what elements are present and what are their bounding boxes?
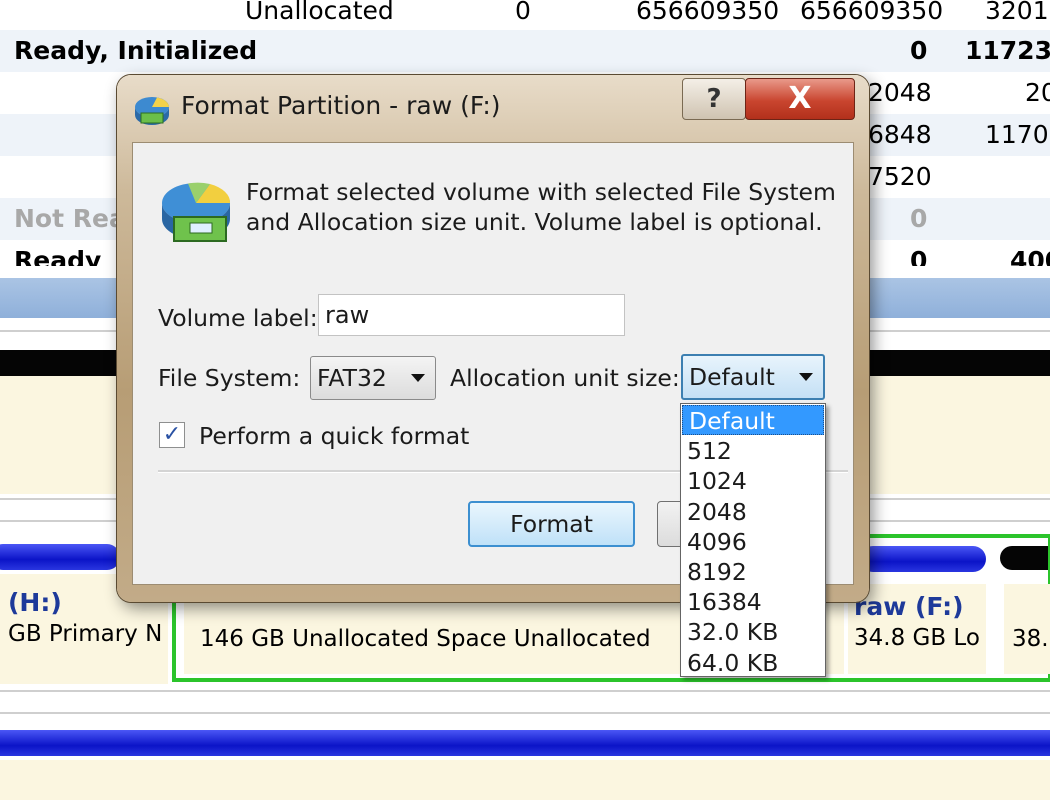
value-cell: 2048 bbox=[868, 78, 932, 107]
status-cell: Not Rea bbox=[14, 204, 126, 233]
value-cell: 0 bbox=[910, 36, 928, 65]
allocation-option[interactable]: 4096 bbox=[681, 527, 825, 557]
quick-format-label[interactable]: Perform a quick format bbox=[199, 422, 469, 450]
allocation-option[interactable]: 512 bbox=[681, 436, 825, 466]
allocation-option[interactable]: 64.0 KB bbox=[681, 648, 825, 678]
value-cell: 656609350 bbox=[800, 0, 944, 25]
value-cell: 117231 bbox=[965, 36, 1050, 65]
volume-label-caption: Volume label: bbox=[158, 304, 318, 332]
partition-next[interactable]: 38. bbox=[1012, 626, 1049, 652]
partition-subtitle: GB Primary N bbox=[8, 621, 163, 647]
disk-panel bbox=[0, 760, 1050, 800]
format-button[interactable]: Format bbox=[468, 501, 635, 547]
value-cell: 400 bbox=[1010, 246, 1050, 266]
status-cell: Ready, Initialized bbox=[14, 36, 258, 65]
format-volume-icon bbox=[162, 182, 231, 242]
partition-title: raw (F:) bbox=[854, 592, 964, 621]
allocation-option[interactable]: 1024 bbox=[681, 466, 825, 496]
value-cell: 0 bbox=[910, 246, 928, 266]
file-system-caption: File System: bbox=[158, 364, 301, 392]
allocation-option[interactable]: 2048 bbox=[681, 497, 825, 527]
type-cell: Unallocated bbox=[245, 0, 394, 25]
divider bbox=[0, 712, 1050, 714]
dialog-title: Format Partition - raw (F:) bbox=[181, 91, 501, 120]
value-cell: 32016 bbox=[985, 0, 1050, 25]
partition-subtitle: 34.8 GB Lo bbox=[854, 625, 980, 651]
allocation-option[interactable]: 32.0 KB bbox=[681, 617, 825, 647]
table-row[interactable]: Unallocated 0 656609350 656609350 32016 bbox=[0, 0, 1050, 32]
value-cell: 11702 bbox=[985, 120, 1050, 149]
description-line: Format selected volume with selected Fil… bbox=[246, 178, 836, 206]
allocation-caption: Allocation unit size: bbox=[450, 364, 680, 392]
value-cell: 7520 bbox=[868, 162, 932, 191]
allocation-option[interactable]: 8192 bbox=[681, 557, 825, 587]
allocation-option[interactable]: 16384 bbox=[681, 587, 825, 617]
close-button[interactable]: X bbox=[745, 78, 855, 120]
help-button[interactable]: ? bbox=[682, 78, 746, 120]
description-line: and Allocation size unit. Volume label i… bbox=[246, 208, 823, 236]
disk-bar bbox=[0, 730, 1050, 756]
partition-subtitle: 38. bbox=[1012, 626, 1049, 652]
disk-partition-icon bbox=[135, 97, 169, 125]
allocation-unit-dropdown: Default 512 1024 2048 4096 8192 16384 32… bbox=[680, 403, 826, 677]
status-cell: Ready bbox=[14, 246, 102, 266]
table-row[interactable]: Ready, Initialized 0 117231 bbox=[0, 30, 1050, 72]
value-cell: 0 bbox=[910, 204, 928, 233]
file-system-value: FAT32 bbox=[317, 364, 387, 392]
value-cell: 6848 bbox=[868, 120, 932, 149]
value-cell: 656609350 bbox=[636, 0, 780, 25]
chevron-down-icon bbox=[411, 374, 425, 382]
allocation-unit-select[interactable]: Default bbox=[681, 354, 825, 400]
dialog-description: Format selected volume with selected Fil… bbox=[246, 177, 836, 237]
file-system-select[interactable]: FAT32 bbox=[310, 356, 436, 400]
value-cell: 0 bbox=[515, 0, 531, 25]
quick-format-checkbox[interactable]: ✓ bbox=[159, 422, 185, 448]
divider bbox=[0, 690, 1050, 692]
volume-label-input[interactable]: raw bbox=[318, 294, 625, 336]
allocation-value: Default bbox=[689, 363, 775, 391]
value-cell: 20 bbox=[1025, 78, 1050, 107]
allocation-option[interactable]: Default bbox=[682, 405, 824, 436]
partition-f[interactable]: raw (F:) 34.8 GB Lo bbox=[854, 592, 980, 651]
partition-subtitle: 146 GB Unallocated Space Unallocated bbox=[200, 626, 651, 652]
partition-unallocated[interactable]: 146 GB Unallocated Space Unallocated bbox=[200, 626, 651, 652]
partition-bar bbox=[0, 544, 120, 570]
chevron-down-icon bbox=[799, 373, 813, 381]
